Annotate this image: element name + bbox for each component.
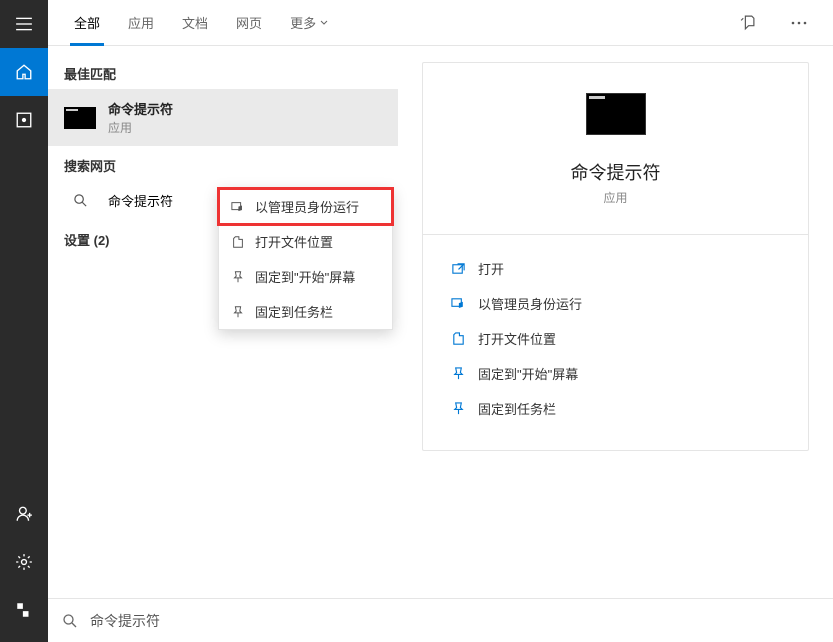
divider (423, 234, 808, 235)
more-button[interactable] (781, 5, 817, 41)
ctx-pin-taskbar[interactable]: 固定到任务栏 (219, 294, 392, 329)
result-subtitle: 应用 (108, 119, 382, 136)
results-column: 最佳匹配 命令提示符 应用 搜索网页 命令提示符 (48, 46, 398, 598)
ctx-open-location[interactable]: 打开文件位置 (219, 224, 392, 259)
tab-label: 全部 (74, 13, 100, 32)
sidebar-picture[interactable] (0, 586, 48, 634)
action-pin-taskbar[interactable]: 固定到任务栏 (447, 391, 784, 426)
search-icon (64, 193, 96, 208)
folder-icon (451, 331, 466, 346)
context-menu: 以管理员身份运行 打开文件位置 固定到"开始"屏幕 固定到任务栏 (218, 188, 393, 330)
ctx-label: 以管理员身份运行 (255, 197, 359, 216)
pin-icon (451, 401, 466, 416)
content-area: 最佳匹配 命令提示符 应用 搜索网页 命令提示符 (48, 46, 833, 598)
tab-docs[interactable]: 文档 (168, 1, 222, 45)
pin-icon (231, 270, 245, 284)
tab-label: 网页 (236, 13, 262, 32)
pin-icon (231, 305, 245, 319)
tab-more[interactable]: 更多 (276, 1, 342, 45)
open-icon (451, 261, 466, 276)
result-title: 命令提示符 (108, 99, 382, 118)
folder-icon (231, 235, 245, 249)
sidebar-collections[interactable] (0, 96, 48, 144)
tab-label: 文档 (182, 13, 208, 32)
preview-subtitle: 应用 (447, 189, 784, 206)
action-label: 打开文件位置 (478, 329, 556, 348)
action-pin-start[interactable]: 固定到"开始"屏幕 (447, 356, 784, 391)
ctx-label: 打开文件位置 (255, 232, 333, 251)
admin-icon (231, 200, 245, 214)
section-best-match: 最佳匹配 (48, 54, 398, 89)
ctx-pin-start[interactable]: 固定到"开始"屏幕 (219, 259, 392, 294)
section-search-web: 搜索网页 (48, 146, 398, 181)
preview-panel: 命令提示符 应用 打开 以管理员身份运行 打开文件位置 (398, 46, 833, 598)
action-label: 固定到"开始"屏幕 (478, 364, 578, 383)
action-run-admin[interactable]: 以管理员身份运行 (447, 286, 784, 321)
action-label: 打开 (478, 259, 504, 278)
feedback-button[interactable] (729, 5, 765, 41)
tab-label: 应用 (128, 13, 154, 32)
main-area: 全部 应用 文档 网页 更多 最佳匹配 命令提示符 (48, 0, 833, 642)
action-label: 固定到任务栏 (478, 399, 556, 418)
search-icon (62, 613, 78, 629)
tab-label: 更多 (290, 13, 316, 32)
preview-title: 命令提示符 (447, 159, 784, 185)
preview-card: 命令提示符 应用 打开 以管理员身份运行 打开文件位置 (422, 62, 809, 451)
action-open-location[interactable]: 打开文件位置 (447, 321, 784, 356)
ellipsis-icon (791, 21, 807, 25)
ctx-run-admin[interactable]: 以管理员身份运行 (219, 189, 392, 224)
tabs-bar: 全部 应用 文档 网页 更多 (48, 0, 833, 46)
admin-icon (451, 296, 466, 311)
action-open[interactable]: 打开 (447, 251, 784, 286)
ctx-label: 固定到任务栏 (255, 302, 333, 321)
chevron-down-icon (320, 19, 328, 27)
sidebar-user[interactable] (0, 490, 48, 538)
sidebar-home[interactable] (0, 48, 48, 96)
tab-all[interactable]: 全部 (60, 1, 114, 45)
feedback-icon (739, 14, 756, 31)
search-bar (48, 598, 833, 642)
tab-web[interactable]: 网页 (222, 1, 276, 45)
left-sidebar (0, 0, 48, 642)
sidebar-settings[interactable] (0, 538, 48, 586)
search-input[interactable] (90, 613, 819, 629)
cmd-icon (64, 107, 96, 129)
pin-icon (451, 366, 466, 381)
tab-apps[interactable]: 应用 (114, 1, 168, 45)
action-label: 以管理员身份运行 (478, 294, 582, 313)
hamburger-menu[interactable] (0, 0, 48, 48)
cmd-icon-large (586, 93, 646, 135)
result-cmd[interactable]: 命令提示符 应用 (48, 89, 398, 146)
ctx-label: 固定到"开始"屏幕 (255, 267, 355, 286)
